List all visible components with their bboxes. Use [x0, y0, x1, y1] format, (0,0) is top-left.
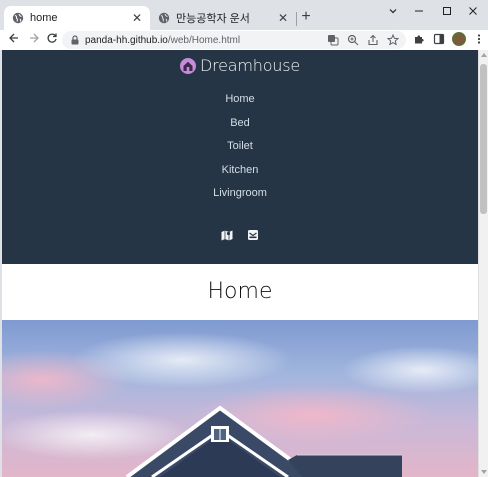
tab-home[interactable]: home ✕	[4, 6, 150, 30]
arrow-right-icon	[30, 33, 39, 43]
nav-link-bed[interactable]: Bed	[2, 112, 478, 136]
arrow-left-icon	[9, 33, 18, 43]
nav-link-toilet[interactable]: Toilet	[2, 135, 478, 159]
avatar	[452, 32, 466, 46]
nav-link-livingroom[interactable]: Livingroom	[2, 182, 478, 206]
hero-house-image	[2, 320, 478, 477]
maximize-icon	[443, 7, 451, 15]
tab-strip: home ✕ 만능공학자 운서 ✕ +	[0, 0, 488, 30]
scroll-up-icon[interactable]	[481, 53, 487, 57]
browser-toolbar: panda-hh.github.io/web/Home.html	[0, 30, 488, 50]
brand-name: Dreamhouse	[199, 56, 301, 75]
nav-link-home[interactable]: Home	[2, 88, 478, 112]
window-close-button[interactable]	[458, 0, 488, 22]
site-brand[interactable]: Dreamhouse	[2, 56, 478, 75]
minimize-button[interactable]	[404, 0, 434, 22]
scroll-down-icon[interactable]	[481, 470, 487, 474]
map-icon[interactable]	[221, 229, 233, 241]
globe-icon	[12, 12, 24, 24]
site-header: Dreamhouse Home Bed Toilet Kitchen Livin…	[2, 50, 478, 264]
scrollbar-thumb[interactable]	[480, 64, 487, 214]
page-viewport: Dreamhouse Home Bed Toilet Kitchen Livin…	[2, 50, 478, 477]
page-scrollbar[interactable]	[478, 50, 488, 477]
chevron-down-icon	[389, 9, 397, 14]
reload-icon	[47, 33, 57, 43]
profile-avatar[interactable]	[452, 32, 466, 46]
close-icon[interactable]: ✕	[276, 11, 290, 25]
url-text: panda-hh.github.io/web/Home.html	[85, 35, 240, 46]
url-host: panda-hh.github.io	[85, 34, 168, 46]
url-path: /web/Home.html	[167, 34, 241, 46]
share-icon[interactable]	[366, 33, 380, 47]
close-icon	[469, 7, 477, 15]
social-links	[2, 229, 478, 241]
new-tab-button[interactable]: +	[298, 9, 314, 25]
reload-button[interactable]	[44, 32, 60, 48]
lock-icon	[71, 35, 79, 45]
address-bar[interactable]: panda-hh.github.io/web/Home.html	[62, 31, 406, 49]
tab-title: home	[30, 12, 58, 24]
nav-link-kitchen[interactable]: Kitchen	[2, 159, 478, 183]
extensions-puzzle-icon[interactable]	[412, 32, 426, 46]
back-button[interactable]	[6, 32, 22, 48]
globe-icon	[158, 12, 170, 24]
minimize-icon	[415, 10, 423, 12]
tab-blog[interactable]: 만능공학자 운서 ✕	[150, 6, 296, 30]
bookmark-star-icon[interactable]	[386, 33, 400, 47]
close-icon[interactable]: ✕	[130, 11, 144, 25]
translate-icon[interactable]	[326, 33, 340, 47]
more-menu-icon[interactable]	[472, 32, 486, 46]
main-nav: Home Bed Toilet Kitchen Livingroom	[2, 88, 478, 206]
forward-button[interactable]	[26, 32, 42, 48]
zoom-icon[interactable]	[346, 33, 360, 47]
tab-divider	[296, 12, 297, 26]
page-title: Home	[2, 264, 478, 320]
tab-title: 만능공학자 운서	[176, 13, 250, 25]
house-logo-icon	[179, 57, 196, 74]
side-panel-icon[interactable]	[432, 32, 446, 46]
mail-icon[interactable]	[247, 229, 259, 241]
